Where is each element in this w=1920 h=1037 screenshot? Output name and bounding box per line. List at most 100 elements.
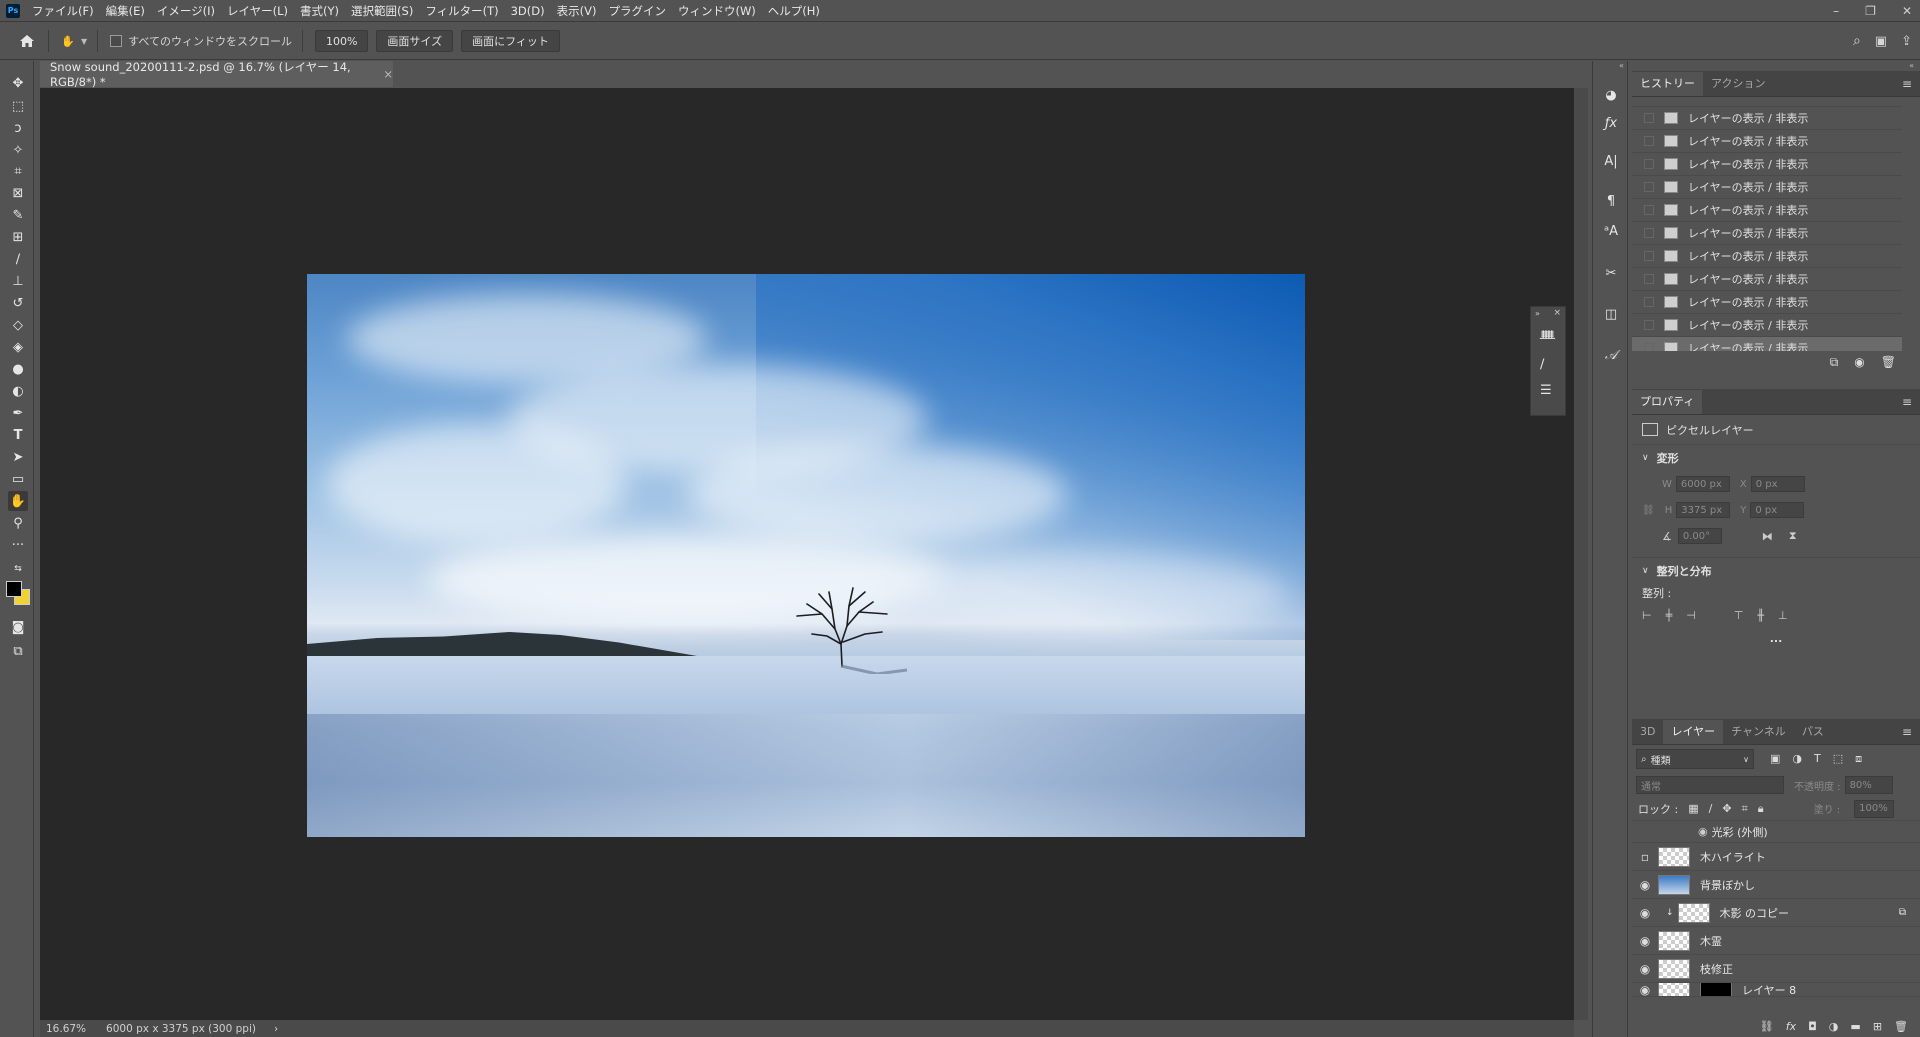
zoom-tool-icon[interactable]: ⚲ (8, 513, 28, 533)
menu-file[interactable]: ファイル(F) (26, 0, 100, 22)
hand-tool-preset-icon[interactable]: ✋ (57, 30, 79, 52)
layer-name[interactable]: 背景ぼかし (1700, 877, 1755, 893)
close-icon[interactable]: × (1553, 308, 1561, 318)
menu-filter[interactable]: フィルター(T) (419, 0, 504, 22)
table-row[interactable]: ◉ 枝修正 (1632, 955, 1920, 983)
snapshot-toggle[interactable] (1644, 343, 1654, 351)
menu-help[interactable]: ヘルプ(H) (762, 0, 826, 22)
angle-field[interactable]: 0.00° (1677, 528, 1722, 544)
menu-select[interactable]: 選択範囲(S) (345, 0, 419, 22)
paragraph-icon[interactable]: ¶ (1601, 191, 1621, 211)
snapshot-toggle[interactable] (1644, 113, 1654, 123)
blend-mode-select[interactable]: 通常 (1636, 776, 1784, 794)
list-item[interactable]: レイヤーの表示 / 非表示 (1632, 291, 1902, 314)
history-brush-tool-icon[interactable]: ↺ (8, 293, 28, 313)
flip-vertical-icon[interactable]: ⧗ (1789, 529, 1797, 543)
layer-name[interactable]: 木影 のコピー (1720, 905, 1790, 921)
lock-all-icon[interactable]: 🔒︎ (1758, 802, 1764, 816)
document-image[interactable] (307, 274, 1305, 837)
menu-plugins[interactable]: プラグイン (602, 0, 672, 22)
trash-icon[interactable]: 🗑︎ (1881, 355, 1896, 369)
camera-icon[interactable]: ◉ (1854, 355, 1864, 369)
list-item[interactable]: レイヤーの表示 / 非表示 (1632, 337, 1902, 351)
move-tool-icon[interactable]: ✥ (8, 73, 28, 93)
fill-field[interactable]: 100% (1854, 799, 1895, 818)
smart-object-filter-icon[interactable]: ⧈ (1855, 752, 1862, 766)
chevron-right-icon[interactable]: › (256, 1023, 278, 1035)
tab-3d[interactable]: 3D (1632, 720, 1663, 744)
checkbox-box[interactable] (110, 35, 123, 47)
layer-style-icon[interactable]: fx (1786, 1020, 1796, 1033)
zoom-100-button[interactable]: 100% (314, 30, 369, 52)
pixel-filter-icon[interactable]: ▣ (1770, 752, 1780, 766)
quick-mask-icon[interactable]: ◙ (8, 617, 28, 637)
snapshot-toggle[interactable] (1644, 251, 1654, 261)
lasso-tool-icon[interactable]: ↄ (8, 118, 28, 138)
swap-colors-icon[interactable]: ⇆ (8, 559, 28, 579)
screen-size-button[interactable]: 画面サイズ (376, 30, 454, 52)
foreground-color-swatch[interactable] (6, 581, 22, 597)
brush-preset-icon[interactable]: ∕ (1540, 357, 1544, 372)
align-top-icon[interactable]: ⊤ (1734, 609, 1744, 622)
type-tool-icon[interactable]: T (8, 425, 28, 445)
list-item[interactable]: レイヤーの表示 / 非表示 (1632, 245, 1902, 268)
document-tab[interactable]: Snow sound_20200111-2.psd @ 16.7% (レイヤー … (40, 60, 393, 89)
layer-effect-row[interactable]: ◉ 光彩 (外側) (1632, 821, 1920, 843)
dodge-tool-icon[interactable]: ◐ (8, 381, 28, 401)
eye-icon[interactable]: ◉ (1632, 962, 1658, 976)
restore-icon[interactable]: ❐ (1865, 4, 1876, 18)
new-group-icon[interactable]: ▬ (1850, 1020, 1860, 1033)
collapse-icon[interactable]: « (1909, 61, 1914, 70)
list-item[interactable] (1632, 97, 1902, 107)
snapshot-toggle[interactable] (1644, 159, 1654, 169)
visibility-off-icon[interactable]: ▫ (1632, 850, 1658, 864)
add-mask-icon[interactable]: ◘ (1808, 1020, 1817, 1033)
lock-pixels-icon[interactable]: ∕ (1709, 802, 1713, 815)
list-item[interactable]: レイヤーの表示 / 非表示 (1632, 199, 1902, 222)
menu-image[interactable]: イメージ(I) (151, 0, 221, 22)
layer-name[interactable]: 枝修正 (1700, 961, 1733, 977)
table-row[interactable]: ◉ 背景ぼかし (1632, 871, 1920, 899)
levels-icon[interactable]: ᚙ (1540, 331, 1555, 346)
align-section-header[interactable]: ∨ 整列と分布 (1632, 558, 1920, 584)
shape-filter-icon[interactable]: ⬚ (1833, 752, 1843, 766)
layer-kind-filter[interactable]: ⌕ 種類 ∨ (1636, 749, 1754, 769)
new-document-from-state-icon[interactable]: ⧉ (1830, 355, 1839, 370)
lock-transparency-icon[interactable]: ▦ (1688, 802, 1698, 815)
menu-window[interactable]: ウィンドウ(W) (672, 0, 762, 22)
y-field[interactable]: 0 px (1750, 502, 1805, 518)
tab-actions[interactable]: アクション (1703, 72, 1773, 96)
align-bottom-icon[interactable]: ⊥ (1778, 609, 1788, 622)
menu-3d[interactable]: 3D(D) (505, 0, 551, 22)
list-item[interactable]: レイヤーの表示 / 非表示 (1632, 222, 1902, 245)
search-icon[interactable]: ⌕ (1853, 33, 1861, 49)
new-adjustment-icon[interactable]: ◑ (1829, 1020, 1839, 1033)
panel-menu-icon[interactable]: ≡ (1902, 725, 1912, 739)
new-layer-icon[interactable]: ⊞ (1873, 1020, 1882, 1033)
collapse-icon[interactable]: » (1535, 309, 1540, 318)
character-icon[interactable]: A| (1601, 151, 1621, 171)
crop-tool-icon[interactable]: ⌗ (8, 161, 28, 181)
eye-icon[interactable]: ◉ (1632, 906, 1658, 920)
list-item[interactable]: レイヤーの表示 / 非表示 (1632, 314, 1902, 337)
clone-source-icon[interactable]: ◫ (1601, 304, 1621, 324)
workspace-icon[interactable]: ▣ (1875, 34, 1887, 49)
styles-icon[interactable]: ƒx (1601, 113, 1621, 133)
list-item[interactable]: レイヤーの表示 / 非表示 (1632, 268, 1902, 291)
tool-presets-icon[interactable]: ✂ (1601, 263, 1621, 283)
list-item[interactable]: レイヤーの表示 / 非表示 (1632, 130, 1902, 153)
snapshot-toggle[interactable] (1644, 182, 1654, 192)
height-field[interactable]: 3375 px (1676, 502, 1731, 518)
blur-tool-icon[interactable]: ● (8, 359, 28, 379)
close-tab-icon[interactable]: × (383, 67, 393, 81)
table-row[interactable]: ◉ ↓ 木影 のコピー ⧉ (1632, 899, 1920, 927)
zoom-level[interactable]: 16.67% (40, 1023, 86, 1035)
type-filter-icon[interactable]: T (1814, 752, 1821, 766)
minimize-icon[interactable]: – (1833, 4, 1839, 18)
hand-tool-icon[interactable]: ✋ (8, 491, 28, 511)
eye-icon[interactable]: ◉ (1632, 934, 1658, 948)
panel-menu-icon[interactable]: ≡ (1902, 395, 1912, 409)
chevron-down-icon[interactable]: ∨ (1642, 566, 1649, 576)
layer-name[interactable]: 木霊 (1700, 933, 1722, 949)
pen-tool-icon[interactable]: ✒ (8, 403, 28, 423)
